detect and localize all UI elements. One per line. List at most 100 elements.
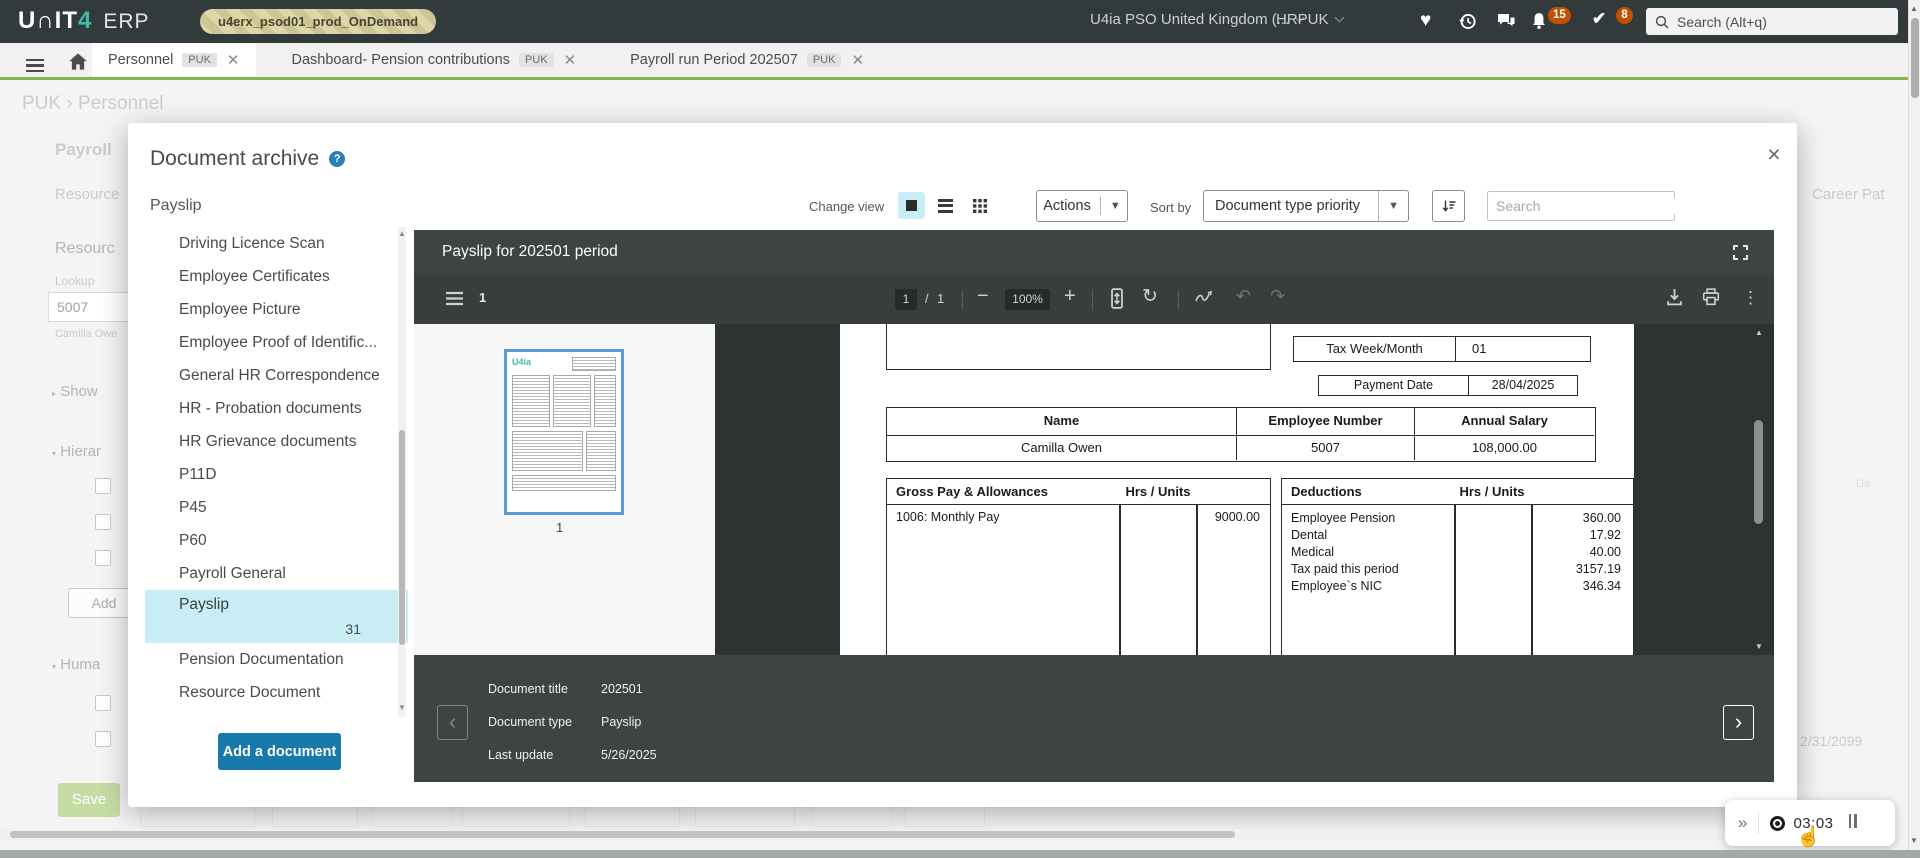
single-view-icon [906,200,917,211]
gross-row-amount: 9000.00 [1214,510,1260,524]
doc-type-hr-grievance[interactable]: HR Grievance documents [145,425,408,458]
zoom-level[interactable]: 100% [1005,289,1050,310]
notification-count-badge[interactable]: 15 [1548,7,1571,24]
window-edge [0,850,1920,858]
notifications-bell-icon[interactable] [1530,11,1548,31]
doc-type-hr-probation[interactable]: HR - Probation documents [145,392,408,425]
vertical-scrollbar[interactable]: ▲ ▼ [1908,0,1920,858]
record-icon[interactable] [1770,815,1786,831]
tab-tag: PUK [182,53,217,67]
doc-type-employee-proof[interactable]: Employee Proof of Identific... [145,326,408,359]
scroll-down-icon[interactable]: ▼ [1910,836,1918,845]
employee-name-header: Name [887,408,1237,436]
home-icon[interactable] [68,52,88,71]
doc-type-driving-licence[interactable]: Driving Licence Scan [145,227,408,260]
previous-document-button[interactable]: ‹ [437,705,468,740]
archive-search[interactable] [1487,191,1677,221]
doc-type-p60[interactable]: P60 [145,524,408,557]
scroll-up-icon[interactable]: ▲ [398,229,406,238]
doc-type-resource-document[interactable]: Resource Document [145,676,408,709]
deductions-header: Deductions [1291,484,1362,499]
add-document-button[interactable]: Add a document [218,733,341,770]
close-icon[interactable]: × [1761,141,1787,167]
doc-type-payslip-selected[interactable]: Payslip 31 [145,590,408,643]
thumbnail-sidebar: U4ia 1 [414,324,715,655]
tax-week-box: Tax Week/Month 01 [1293,336,1591,362]
close-icon[interactable]: ✕ [227,51,240,69]
payslip-page: Tax Week/Month 01 Payment Date 28/04/202… [840,324,1634,655]
deductions-units-header: Hrs / Units [1459,484,1525,499]
viewer-content: U4ia 1 Tax Week/Month 01 Payment Date 28… [414,324,1774,655]
employee-number-header: Employee Number [1237,408,1415,436]
list-view-icon [938,196,953,215]
global-search-input[interactable] [1677,13,1877,30]
logo-four-text: 4 [78,7,93,34]
actions-button[interactable]: Actions ▼ [1036,190,1128,222]
download-icon[interactable] [1666,288,1683,306]
last-update-row: Last update 5/26/2025 [488,748,657,762]
gross-row-desc: 1006: Monthly Pay [896,510,1000,524]
doc-type-payroll-general[interactable]: Payroll General [145,557,408,590]
pause-icon[interactable] [1846,813,1857,833]
archive-search-input[interactable] [1496,198,1677,214]
tab-personnel[interactable]: Personnel PUK ✕ [92,43,256,77]
zoom-out-icon[interactable]: − [977,285,989,308]
scroll-down-icon[interactable]: ▼ [398,703,406,712]
tasks-check-icon[interactable]: ✔ [1592,9,1606,29]
view-grid-button[interactable] [966,192,993,219]
role-selector[interactable]: HRPUK [1276,11,1344,28]
view-single-button[interactable] [898,192,925,219]
doc-type-pension-documentation[interactable]: Pension Documentation [145,643,408,676]
doc-list-scrollbar-thumb[interactable] [399,430,405,645]
tab-bar: Personnel PUK ✕ Dashboard- Pension contr… [0,43,1920,80]
undo-icon[interactable]: ↶ [1236,286,1251,307]
doc-type-employee-picture[interactable]: Employee Picture [145,293,408,326]
page-number-input[interactable]: 1 [895,289,917,310]
tab-dashboard-pension[interactable]: Dashboard- Pension contributions PUK ✕ [276,43,593,77]
employee-name-value: Camilla Owen [887,436,1237,460]
help-icon[interactable]: ? [329,151,346,167]
doc-type-p45[interactable]: P45 [145,491,408,524]
zoom-in-icon[interactable]: + [1064,285,1076,308]
grid-view-icon [972,198,987,213]
view-list-button[interactable] [932,192,959,219]
pdf-scrollbar-thumb[interactable] [1754,420,1763,524]
thumb-logo: U4ia [512,357,532,367]
chat-icon[interactable] [1496,13,1516,30]
horizontal-scrollbar-thumb[interactable] [10,831,1235,838]
close-icon[interactable]: ✕ [851,51,864,69]
fullscreen-icon[interactable] [1732,244,1749,261]
payment-date-value: 28/04/2025 [1491,378,1555,392]
collapse-icon[interactable]: » [1738,813,1747,833]
thumbnails-toggle-icon[interactable] [446,291,463,306]
sort-dropdown[interactable]: Document type priority ▼ [1203,190,1409,222]
sort-direction-button[interactable] [1432,190,1465,222]
more-options-kebab-icon[interactable]: ⋮ [1742,288,1759,308]
menu-hamburger-icon[interactable] [26,56,44,75]
redo-icon[interactable]: ↷ [1270,286,1285,307]
favorites-heart-icon[interactable]: ♥ [1420,10,1431,32]
vertical-scrollbar-thumb[interactable] [1911,18,1919,98]
rotate-icon[interactable]: ↻ [1142,287,1158,306]
client-selector[interactable]: U4ia PSO United Kingdom (... [1090,11,1305,28]
task-count-badge[interactable]: 8 [1616,7,1633,24]
tab-payroll-run[interactable]: Payroll run Period 202507 PUK ✕ [614,43,880,77]
global-search[interactable] [1646,8,1898,35]
unit4-logo: U∩IT4 ERP [18,7,150,35]
doc-type-right-to-work[interactable]: Right to Work documents [145,709,408,717]
viewer-header: Payslip for 202501 period [414,230,1774,275]
viewer-footer: Document title 202501 Document type Paysli… [414,655,1774,782]
scroll-up-icon[interactable]: ▲ [1910,4,1918,13]
next-document-button[interactable]: › [1723,705,1754,740]
close-icon[interactable]: ✕ [564,51,577,69]
print-icon[interactable] [1702,288,1720,306]
scroll-up-icon[interactable]: ▲ [1755,328,1763,337]
page-thumbnail[interactable]: U4ia [504,349,624,515]
annotate-pen-icon[interactable] [1194,289,1214,305]
fit-page-icon[interactable] [1109,288,1125,309]
history-icon[interactable] [1458,12,1477,31]
doc-type-general-hr[interactable]: General HR Correspondence [145,359,408,392]
scroll-down-icon[interactable]: ▼ [1755,642,1763,651]
doc-type-employee-certificates[interactable]: Employee Certificates [145,260,408,293]
doc-type-p11d[interactable]: P11D [145,458,408,491]
